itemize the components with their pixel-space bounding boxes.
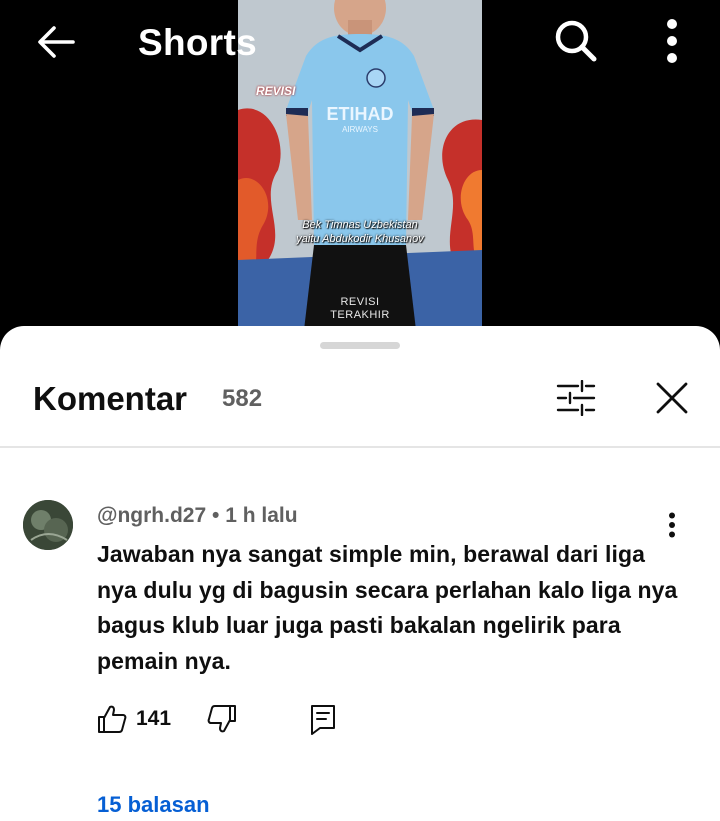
comment-author[interactable]: @ngrh.d27 <box>97 504 206 527</box>
drag-handle[interactable] <box>320 342 400 349</box>
svg-text:ETIHAD: ETIHAD <box>327 104 394 124</box>
sort-filter-button[interactable] <box>548 376 604 420</box>
like-count: 141 <box>136 707 172 730</box>
avatar-image <box>23 500 73 550</box>
search-icon <box>555 20 597 62</box>
reply-button[interactable] <box>309 704 337 741</box>
comments-sheet: Komentar 582 @ngrh.d27 • 1 h lalu Jawaba… <box>0 326 720 821</box>
top-app-bar: Shorts <box>0 0 720 90</box>
close-button[interactable] <box>648 374 696 422</box>
more-vertical-icon <box>669 512 675 538</box>
watermark-text: REVISI TERAKHIR <box>238 296 482 322</box>
avatar[interactable] <box>23 500 73 550</box>
comment-meta: @ngrh.d27 • 1 h lalu <box>97 504 298 528</box>
arrow-left-icon <box>38 26 75 58</box>
watermark-line: TERAKHIR <box>330 309 390 321</box>
thumbs-up-icon <box>98 705 127 733</box>
watermark-line: REVISI <box>340 296 380 308</box>
video-caption: Bek Timnas Uzbekistan yaitu Abdukodir Kh… <box>238 218 482 246</box>
page-title: Shorts <box>138 22 257 63</box>
search-button[interactable] <box>548 16 604 66</box>
comment-more-button[interactable] <box>656 510 688 540</box>
comment-time: 1 h lalu <box>225 504 298 527</box>
divider <box>0 446 720 448</box>
more-options-button[interactable] <box>652 16 692 66</box>
close-icon <box>656 382 688 414</box>
meta-separator: • <box>212 504 220 527</box>
svg-text:AIRWAYS: AIRWAYS <box>342 125 378 134</box>
more-vertical-icon <box>667 19 677 63</box>
sliders-icon <box>556 380 596 416</box>
caption-line: yaitu Abdukodir Khusanov <box>296 233 424 245</box>
comment-text: Jawaban nya sangat simple min, berawal d… <box>97 541 678 674</box>
like-button[interactable]: 141 <box>97 704 171 734</box>
view-replies-link[interactable]: 15 balasan <box>97 792 210 818</box>
dislike-button[interactable] <box>207 704 237 739</box>
comments-title: Komentar <box>33 380 188 417</box>
comment-reply-icon <box>311 705 335 735</box>
comments-count: 582 <box>222 385 263 412</box>
back-button[interactable] <box>30 20 82 64</box>
thumbs-down-icon <box>207 705 236 733</box>
comment-actions: 141 <box>97 704 397 744</box>
caption-line: Bek Timnas Uzbekistan <box>302 219 418 231</box>
